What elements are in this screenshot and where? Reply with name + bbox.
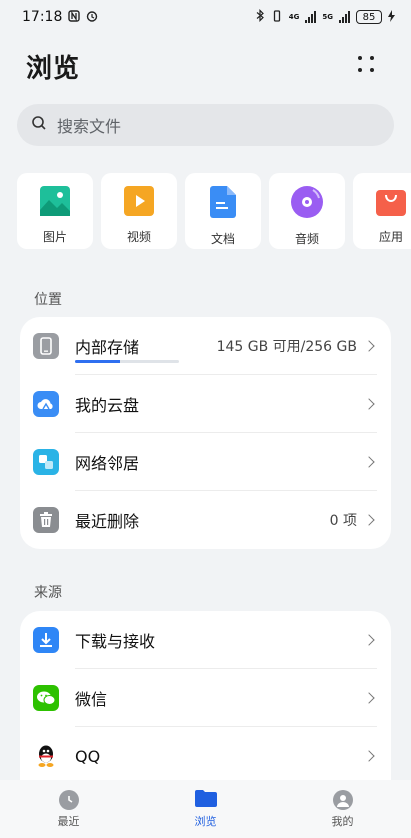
row-label: 我的云盘 (75, 396, 140, 415)
category-audio[interactable]: 音频 (269, 173, 345, 249)
nav-recent[interactable]: 最近 (19, 789, 119, 829)
location-recently-deleted[interactable]: 最近删除 0 项 (20, 491, 391, 549)
source-wechat[interactable]: 微信 (20, 669, 391, 727)
location-cloud-drive[interactable]: 我的云盘 (20, 375, 391, 433)
row-label: 网络邻居 (75, 454, 140, 473)
dot-icon (370, 56, 374, 60)
nfc-icon (68, 9, 81, 25)
dot-icon (358, 68, 362, 72)
alarm-icon (86, 10, 98, 25)
row-label: QQ (75, 746, 101, 766)
signal-icon (305, 11, 317, 23)
category-videos[interactable]: 视频 (101, 173, 177, 249)
chevron-right-icon (363, 514, 375, 526)
chevron-right-icon (363, 750, 375, 762)
storage-usage-bar (75, 360, 179, 363)
network-icon (33, 449, 59, 475)
category-apps[interactable]: 应用 (353, 173, 411, 249)
chevron-right-icon (363, 692, 375, 704)
deleted-count: 0 项 (329, 513, 357, 529)
search-input[interactable]: 搜索文件 (17, 104, 394, 146)
chevron-right-icon (363, 634, 375, 646)
location-network-neighborhood[interactable]: 网络邻居 (20, 433, 391, 491)
source-downloads[interactable]: 下载与接收 (20, 611, 391, 669)
qq-icon (33, 743, 59, 769)
location-internal-storage[interactable]: 内部存储 145 GB 可用/256 GB (20, 317, 391, 375)
page-title: 浏览 (26, 54, 81, 84)
section-label-sources: 来源 (34, 585, 62, 601)
category-label: 图片 (42, 230, 67, 244)
category-label: 音频 (294, 232, 319, 246)
signal-icon-2 (339, 11, 350, 23)
storage-usage-fill (75, 360, 120, 363)
locations-card: 内部存储 145 GB 可用/256 GB 我的云盘 网络邻居 最近删除 0 项 (20, 317, 391, 549)
dot-icon (370, 68, 374, 72)
category-label: 视频 (126, 230, 151, 244)
row-label: 最近删除 (75, 512, 140, 531)
category-images[interactable]: 图片 (17, 173, 93, 249)
nav-browse[interactable]: 浏览 (156, 789, 256, 829)
dot-icon (358, 56, 362, 60)
chevron-right-icon (363, 340, 375, 352)
category-label: 应用 (378, 230, 403, 244)
charging-icon (388, 9, 395, 25)
download-icon (33, 627, 59, 653)
vibrate-icon (271, 9, 283, 25)
category-documents[interactable]: 文档 (185, 173, 261, 249)
wechat-icon (33, 685, 59, 711)
bottom-nav: 最近 浏览 我的 (0, 780, 411, 838)
nav-label: 最近 (57, 814, 80, 828)
nav-me[interactable]: 我的 (293, 789, 393, 829)
clock-icon (58, 789, 79, 810)
network-type-2: 5G (322, 12, 333, 21)
row-label: 内部存储 (75, 338, 140, 357)
search-icon (31, 115, 47, 135)
category-row: 图片 视频 文档 音频 应用 (17, 173, 411, 249)
app-icon (376, 186, 406, 220)
battery-level: 85 (362, 11, 376, 23)
document-icon (210, 186, 236, 222)
source-qq[interactable]: QQ (20, 727, 391, 780)
phone-icon (33, 333, 59, 359)
status-bar: 17:18 4G 5G 85 (0, 0, 411, 34)
network-type: 4G (288, 12, 300, 21)
image-icon (40, 186, 70, 220)
nav-label: 我的 (331, 814, 354, 828)
sources-card: 下载与接收 微信 QQ (20, 611, 391, 780)
nav-label: 浏览 (194, 815, 217, 828)
trash-icon (33, 507, 59, 533)
chevron-right-icon (363, 456, 375, 468)
row-label: 微信 (75, 690, 108, 709)
chevron-right-icon (363, 398, 375, 410)
bluetooth-icon (256, 9, 265, 25)
folder-icon (194, 789, 217, 810)
section-label-locations: 位置 (34, 292, 62, 308)
storage-info: 145 GB 可用/256 GB (216, 339, 357, 355)
user-icon (332, 789, 353, 810)
more-options-button[interactable] (352, 50, 382, 80)
battery-icon: 85 (356, 10, 382, 24)
row-label: 下载与接收 (75, 632, 156, 651)
search-placeholder: 搜索文件 (57, 117, 122, 136)
video-icon (124, 186, 154, 220)
cloud-drive-icon (33, 391, 59, 417)
status-time: 17:18 (22, 9, 63, 25)
audio-icon (291, 186, 323, 222)
category-label: 文档 (210, 232, 235, 246)
